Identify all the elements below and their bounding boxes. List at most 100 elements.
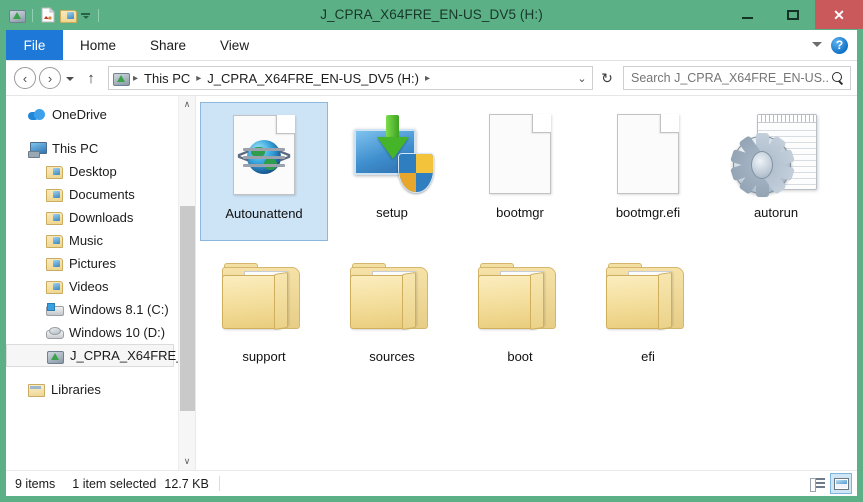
maximize-icon: [786, 9, 799, 20]
scroll-down-icon[interactable]: ∨: [179, 453, 196, 470]
item-count-label: 9 items: [15, 476, 56, 491]
qat-divider: [32, 8, 33, 22]
recent-locations-icon[interactable]: [64, 68, 78, 88]
onedrive-icon: [28, 108, 45, 121]
new-folder-icon[interactable]: [60, 9, 77, 23]
details-view-button[interactable]: [806, 473, 828, 494]
file-item-bootmgr[interactable]: bootmgr: [456, 102, 584, 241]
sidebar-item-onedrive[interactable]: OneDrive: [6, 103, 178, 126]
blank-file-icon: [600, 106, 696, 202]
search-box[interactable]: [623, 66, 851, 90]
file-explorer-window: J_CPRA_X64FRE_EN-US_DV5 (H:) ✕ File Home…: [0, 0, 863, 502]
tab-view[interactable]: View: [203, 30, 266, 60]
sidebar-item-libraries[interactable]: Libraries: [6, 378, 178, 401]
navigation-pane: OneDrive This PC Desktop Documents Downl…: [6, 96, 196, 470]
help-icon[interactable]: ?: [831, 36, 848, 54]
breadcrumb-separator-1[interactable]: ▸: [193, 73, 204, 84]
tab-home[interactable]: Home: [63, 30, 133, 60]
file-item-setup[interactable]: setup: [328, 102, 456, 241]
sidebar-item-windows-81-c[interactable]: Windows 8.1 (C:): [6, 298, 178, 321]
folder-item-sources[interactable]: sources: [328, 246, 456, 385]
sidebar-item-desktop[interactable]: Desktop: [6, 160, 178, 183]
folder-item-boot[interactable]: boot: [456, 246, 584, 385]
sidebar-item-label: OneDrive: [52, 107, 107, 122]
sidebar-scrollbar[interactable]: ∧ ∨: [178, 96, 195, 470]
optical-drive-icon: [47, 349, 64, 364]
large-icons-view-icon: [833, 477, 849, 490]
large-icons-view-button[interactable]: [830, 473, 852, 494]
folder-item-label: efi: [641, 349, 655, 364]
tab-share[interactable]: Share: [133, 30, 203, 60]
sidebar-item-label: Pictures: [69, 256, 116, 271]
nav-group-spacer: [6, 126, 178, 137]
breadcrumb[interactable]: ▸ This PC ▸ J_CPRA_X64FRE_EN-US_DV5 (H:)…: [108, 66, 593, 90]
breadcrumb-dropdown-icon[interactable]: ⌄: [574, 72, 590, 85]
folder-cog-icon: [344, 250, 440, 346]
status-divider: [218, 476, 220, 491]
details-view-icon: [809, 477, 825, 492]
ribbon-right-controls: ?: [811, 30, 857, 60]
sidebar-item-downloads[interactable]: Downloads: [6, 206, 178, 229]
search-input[interactable]: [631, 71, 829, 85]
sidebar-item-pictures[interactable]: Pictures: [6, 252, 178, 275]
sidebar-item-label: Windows 10 (D:): [69, 325, 166, 340]
sidebar-item-windows-10-d[interactable]: Windows 10 (D:): [6, 321, 178, 344]
breadcrumb-separator-0[interactable]: ▸: [130, 73, 141, 84]
windows-drive-icon: [46, 303, 64, 316]
window-controls: ✕: [725, 0, 863, 29]
minimize-button[interactable]: [725, 0, 770, 29]
file-item-autounattend[interactable]: < > Autounattend: [200, 102, 328, 241]
drive-icon[interactable]: [9, 8, 26, 23]
status-bar: 9 items 1 item selected 12.7 KB: [6, 470, 857, 496]
folder-icon: [216, 250, 312, 346]
nav-group-spacer-2: [6, 367, 178, 378]
sidebar-item-videos[interactable]: Videos: [6, 275, 178, 298]
tab-file[interactable]: File: [6, 30, 63, 60]
folder-item-efi[interactable]: efi: [584, 246, 712, 385]
folder-item-support[interactable]: support: [200, 246, 328, 385]
sidebar-item-label: Videos: [69, 279, 109, 294]
file-item-label: bootmgr.efi: [615, 205, 681, 220]
breadcrumb-item-drive[interactable]: J_CPRA_X64FRE_EN-US_DV5 (H:): [204, 71, 422, 86]
music-folder-icon: [46, 234, 63, 248]
scroll-up-icon[interactable]: ∧: [179, 96, 196, 113]
breadcrumb-drive-icon: [113, 71, 130, 86]
view-buttons: [806, 473, 855, 494]
sidebar-item-label: Documents: [69, 187, 135, 202]
sidebar-item-label: This PC: [52, 141, 99, 156]
customize-qat-icon[interactable]: [80, 10, 91, 21]
disk-drive-icon: [46, 326, 64, 339]
back-button[interactable]: ‹: [14, 67, 36, 89]
sidebar-item-label: Desktop: [69, 164, 117, 179]
file-item-label: setup: [376, 205, 408, 220]
sidebar-item-this-pc[interactable]: This PC: [6, 137, 178, 160]
file-list-pane[interactable]: < > Autounattend setup: [196, 96, 857, 470]
selection-size-label: 12.7 KB: [164, 476, 209, 491]
documents-folder-icon: [46, 188, 63, 202]
scrollbar-thumb[interactable]: [179, 206, 195, 411]
folder-item-label: support: [242, 349, 286, 364]
maximize-button[interactable]: [770, 0, 815, 29]
properties-icon[interactable]: [40, 6, 56, 23]
sidebar-item-music[interactable]: Music: [6, 229, 178, 252]
breadcrumb-item-this-pc[interactable]: This PC: [141, 71, 193, 86]
sidebar-item-jcpra-drive[interactable]: J_CPRA_X64FRE_...: [6, 344, 178, 367]
folder-item-label: sources: [369, 349, 415, 364]
file-item-bootmgr-efi[interactable]: bootmgr.efi: [584, 102, 712, 241]
quick-access-toolbar: [0, 6, 102, 23]
videos-folder-icon: [46, 280, 63, 294]
expand-ribbon-icon[interactable]: [811, 39, 824, 52]
qat-divider-2: [98, 8, 99, 22]
sidebar-item-documents[interactable]: Documents: [6, 183, 178, 206]
search-icon[interactable]: [832, 71, 845, 85]
sidebar-item-label: Music: [69, 233, 103, 248]
file-item-autorun[interactable]: autorun: [712, 102, 840, 241]
refresh-icon[interactable]: ↻: [596, 70, 618, 87]
close-button[interactable]: ✕: [815, 0, 863, 29]
forward-button[interactable]: ›: [39, 67, 61, 89]
up-button[interactable]: ↑: [81, 67, 101, 89]
selection-label: 1 item selected: [72, 476, 157, 491]
folder-icon: [472, 250, 568, 346]
breadcrumb-separator-2[interactable]: ▸: [422, 73, 433, 84]
sidebar-item-label: Downloads: [69, 210, 134, 225]
